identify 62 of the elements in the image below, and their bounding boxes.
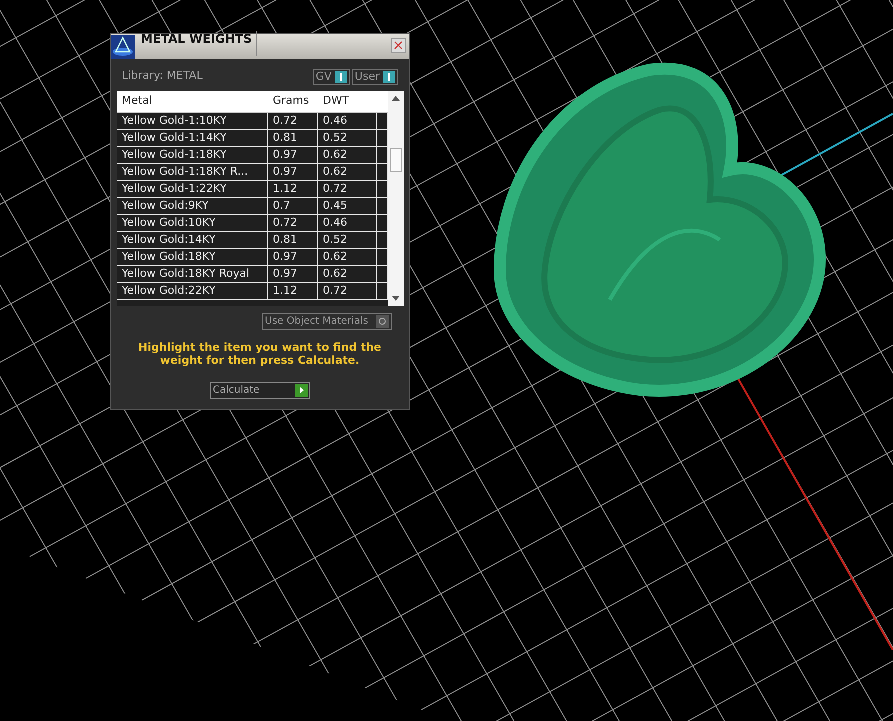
use-object-materials-toggle[interactable]: Use Object Materials <box>262 313 392 330</box>
table-row[interactable]: Yellow Gold:14KY 0.81 0.52 <box>117 232 388 249</box>
table-cell: Yellow Gold:9KY <box>117 198 268 214</box>
table-cell: 0.52 <box>318 130 377 146</box>
table-row[interactable]: Yellow Gold-1:18KY 0.97 0.62 <box>117 147 388 164</box>
table-row[interactable]: Yellow Gold:18KY 0.97 0.62 <box>117 249 388 266</box>
table-cell: Yellow Gold-1:14KY <box>117 130 268 146</box>
window-title: METAL WEIGHTS <box>141 31 257 56</box>
table-cell: 0.81 <box>268 130 318 146</box>
table-row[interactable]: Yellow Gold-1:14KY 0.81 0.52 <box>117 130 388 147</box>
table-row[interactable]: Yellow Gold-1:22KY 1.12 0.72 <box>117 181 388 198</box>
table-row[interactable]: Yellow Gold:18KY Royal 0.97 0.62 <box>117 266 388 283</box>
column-header[interactable]: DWT <box>318 91 377 112</box>
scrollbar[interactable] <box>388 91 404 306</box>
table-cell: 0.46 <box>318 113 377 129</box>
table-cell: Yellow Gold:10KY <box>117 215 268 231</box>
table-cell: Yellow Gold-1:18KY R... <box>117 164 268 180</box>
table-row[interactable]: Yellow Gold:10KY 0.72 0.46 <box>117 215 388 232</box>
table-cell: 0.72 <box>268 113 318 129</box>
play-icon <box>295 384 308 397</box>
close-button[interactable] <box>391 38 406 53</box>
table-cell: Yellow Gold-1:10KY <box>117 113 268 129</box>
table-cell: Yellow Gold-1:22KY <box>117 181 268 197</box>
table-cell: 0.72 <box>268 215 318 231</box>
scroll-thumb[interactable] <box>390 148 402 172</box>
table-cell: 0.97 <box>268 164 318 180</box>
column-header[interactable]: Metal <box>117 91 268 112</box>
table-cell: Yellow Gold:18KY <box>117 249 268 265</box>
table-cell: 1.12 <box>268 283 318 299</box>
table-cell: 1.12 <box>268 181 318 197</box>
scroll-up-icon <box>392 96 400 101</box>
toggle-switch[interactable]: GV <box>312 68 350 84</box>
scroll-down-icon <box>392 296 400 301</box>
table-cell: 0.52 <box>318 232 377 248</box>
table-cell: Yellow Gold:14KY <box>117 232 268 248</box>
table-row[interactable]: Yellow Gold-1:10KY 0.72 0.46 <box>117 113 388 130</box>
pyramid-icon <box>111 34 135 58</box>
instruction-text: Highlight the item you want to find the weight for then press Calculate. <box>138 341 382 367</box>
table-cell: 0.62 <box>318 266 377 282</box>
table-cell: Yellow Gold:18KY Royal <box>117 266 268 282</box>
table-cell: 0.97 <box>268 266 318 282</box>
table-row[interactable]: Yellow Gold:22KY 1.12 0.72 <box>117 283 388 300</box>
library-label: Library: METAL <box>122 68 203 84</box>
table-row[interactable]: Yellow Gold:9KY 0.7 0.45 <box>117 198 388 215</box>
table-cell: 0.81 <box>268 232 318 248</box>
close-icon <box>394 41 403 50</box>
table-row[interactable]: Yellow Gold-1:18KY R... 0.97 0.62 <box>117 164 388 181</box>
column-header[interactable]: Grams <box>268 91 318 112</box>
table-cell: 0.62 <box>318 249 377 265</box>
table-cell: Yellow Gold:22KY <box>117 283 268 299</box>
table-cell: 0.45 <box>318 198 377 214</box>
table-cell: 0.62 <box>318 164 377 180</box>
table-cell: 0.97 <box>268 147 318 163</box>
calculate-button[interactable]: Calculate <box>210 382 310 399</box>
table-cell: 0.97 <box>268 249 318 265</box>
table-cell: 0.72 <box>318 283 377 299</box>
toggle-switch[interactable]: User <box>352 68 398 84</box>
table-cell: Yellow Gold-1:18KY <box>117 147 268 163</box>
table-cell: 0.46 <box>318 215 377 231</box>
table-cell: 0.7 <box>268 198 318 214</box>
table-cell: 0.72 <box>318 181 377 197</box>
table-cell: 0.62 <box>318 147 377 163</box>
